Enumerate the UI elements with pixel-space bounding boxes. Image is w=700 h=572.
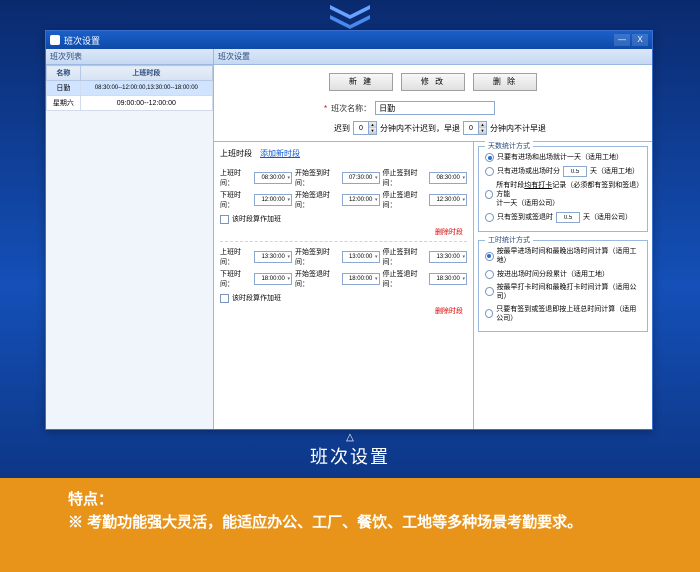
- delete-period-link[interactable]: 删除时段: [220, 225, 467, 237]
- periods-heading: 上班时段: [220, 148, 252, 159]
- off-time-input[interactable]: 12:00:00: [254, 194, 292, 206]
- start-checkout-input[interactable]: 18:00:00: [342, 273, 380, 285]
- edit-button[interactable]: 修 改: [401, 73, 465, 91]
- features-body: ※ 考勤功能强大灵活，能适应办公、工厂、餐饮、工地等多种场景考勤要求。: [68, 513, 632, 533]
- late-suffix: 分钟内不计迟到，早退: [380, 123, 460, 134]
- time-block-1: 上班时间：08:30:00 开始签到时间：07:30:00 停止签到时间：08:…: [220, 163, 467, 242]
- early-suffix: 分钟内不计早退: [490, 123, 546, 134]
- minimize-button[interactable]: —: [614, 34, 630, 46]
- shift-name-label: 班次名称：: [331, 103, 371, 114]
- start-checkout-input[interactable]: 12:00:00: [342, 194, 380, 206]
- titlebar: 班次设置 — X: [46, 31, 652, 49]
- workstat-radio-2[interactable]: [485, 270, 494, 279]
- off-time-input[interactable]: 18:00:00: [254, 273, 292, 285]
- daystat-radio-4[interactable]: [485, 213, 494, 222]
- features-banner: 特点： ※ 考勤功能强大灵活，能适应办公、工厂、餐饮、工地等多种场景考勤要求。: [0, 478, 700, 572]
- stop-checkout-input[interactable]: 12:30:00: [429, 194, 467, 206]
- shift-settings-window: 班次设置 — X 班次列表 名称 上班时段 日勤 08:30:00--12:00…: [45, 30, 653, 430]
- daystat-radio-1[interactable]: [485, 153, 494, 162]
- daystat-radio-3[interactable]: [485, 190, 493, 199]
- start-checkin-input[interactable]: 13:00:00: [342, 251, 380, 263]
- col-period[interactable]: 上班时段: [80, 66, 212, 81]
- late-label: 迟到: [334, 123, 350, 134]
- workstat-radio-3[interactable]: [485, 287, 494, 296]
- on-time-input[interactable]: 13:30:00: [254, 251, 292, 263]
- caption-text: 班次设置: [0, 443, 700, 469]
- window-title: 班次设置: [64, 34, 614, 47]
- daystat-radio-2[interactable]: [485, 167, 494, 176]
- delete-period-link[interactable]: 删除时段: [220, 304, 467, 316]
- decorative-chevrons: [326, 5, 374, 31]
- delete-button[interactable]: 删 除: [473, 73, 537, 91]
- late-minutes-spinner[interactable]: 0▲▼: [353, 121, 377, 135]
- shift-name-input[interactable]: [375, 101, 495, 115]
- stop-checkout-input[interactable]: 18:30:00: [429, 273, 467, 285]
- work-stat-title: 工时统计方式: [485, 235, 533, 245]
- overtime-checkbox[interactable]: [220, 215, 229, 224]
- daystat-days-input-2[interactable]: [556, 212, 580, 223]
- shift-config-pane: 班次设置 新 建 修 改 删 除 * 班次名称： 迟到 0▲▼ 分钟内不计迟到，…: [214, 49, 652, 429]
- table-row[interactable]: 星期六 09:00:00--12:00:00: [47, 96, 213, 111]
- spin-down-icon[interactable]: ▼: [368, 128, 376, 134]
- features-title: 特点：: [68, 488, 632, 509]
- workstat-radio-4[interactable]: [485, 309, 493, 318]
- shift-table: 名称 上班时段 日勤 08:30:00--12:00:00,13:30:00--…: [46, 65, 213, 429]
- col-name[interactable]: 名称: [47, 66, 81, 81]
- triangle-icon: △: [0, 432, 700, 443]
- day-stat-title: 天数统计方式: [485, 141, 533, 151]
- stop-checkin-input[interactable]: 13:30:00: [429, 251, 467, 263]
- on-time-input[interactable]: 08:30:00: [254, 172, 292, 184]
- close-button[interactable]: X: [632, 34, 648, 46]
- workstat-radio-1[interactable]: [485, 252, 494, 261]
- config-header: 班次设置: [214, 49, 652, 65]
- spin-down-icon[interactable]: ▼: [478, 128, 486, 134]
- day-stat-group: 天数统计方式 只要有进场和出场就计一天（适用工地） 只有进场或出场时分天（适用工…: [478, 146, 648, 232]
- table-row[interactable]: 日勤 08:30:00--12:00:00,13:30:00--18:00:00: [47, 81, 213, 96]
- overtime-checkbox[interactable]: [220, 294, 229, 303]
- caption: △ 班次设置: [0, 432, 700, 469]
- start-checkin-input[interactable]: 07:30:00: [342, 172, 380, 184]
- new-button[interactable]: 新 建: [329, 73, 393, 91]
- add-period-link[interactable]: 添加新时段: [260, 148, 300, 159]
- shift-list-header: 班次列表: [46, 49, 213, 65]
- required-mark: *: [324, 104, 327, 113]
- daystat-days-input-1[interactable]: [563, 166, 587, 177]
- time-periods-column: 上班时段 添加新时段 上班时间：08:30:00 开始签到时间：07:30:00…: [214, 142, 474, 429]
- stop-checkin-input[interactable]: 08:30:00: [429, 172, 467, 184]
- early-minutes-spinner[interactable]: 0▲▼: [463, 121, 487, 135]
- shift-list-pane: 班次列表 名称 上班时段 日勤 08:30:00--12:00:00,13:30…: [46, 49, 214, 429]
- app-icon: [50, 35, 60, 45]
- time-block-2: 上班时间：13:30:00 开始签到时间：13:00:00 停止签到时间：13:…: [220, 242, 467, 320]
- work-stat-group: 工时统计方式 按最早进场时间和最晚出场时间计算（适用工地） 按进出场时间分段累计…: [478, 240, 648, 332]
